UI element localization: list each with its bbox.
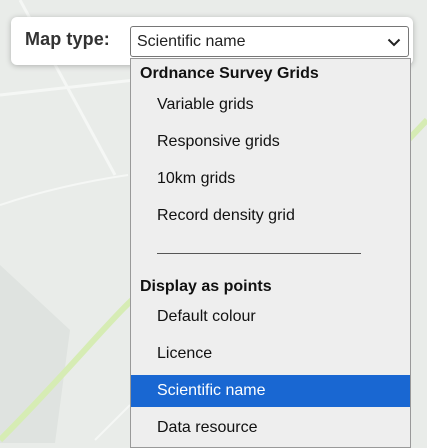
- option-10km-grids[interactable]: 10km grids: [131, 163, 410, 195]
- option-responsive-grids[interactable]: Responsive grids: [131, 126, 410, 158]
- map-type-selected-value: Scientific name: [137, 33, 246, 50]
- option-data-resource[interactable]: Data resource: [131, 412, 410, 444]
- optgroup-display-as-points: Display as points: [140, 278, 272, 295]
- map-type-select[interactable]: Scientific name: [130, 26, 409, 57]
- optgroup-separator: [157, 253, 361, 254]
- chevron-down-icon: [387, 38, 401, 47]
- option-variable-grids[interactable]: Variable grids: [131, 89, 410, 121]
- map-type-dropdown-list[interactable]: Ordnance Survey Grids Variable grids Res…: [130, 58, 411, 448]
- option-licence[interactable]: Licence: [131, 338, 410, 370]
- option-default-colour[interactable]: Default colour: [131, 301, 410, 333]
- optgroup-ordnance-survey-grids: Ordnance Survey Grids: [140, 65, 319, 82]
- option-record-density-grid[interactable]: Record density grid: [131, 200, 410, 232]
- map-type-label: Map type:: [25, 29, 110, 49]
- option-scientific-name[interactable]: Scientific name: [131, 375, 410, 407]
